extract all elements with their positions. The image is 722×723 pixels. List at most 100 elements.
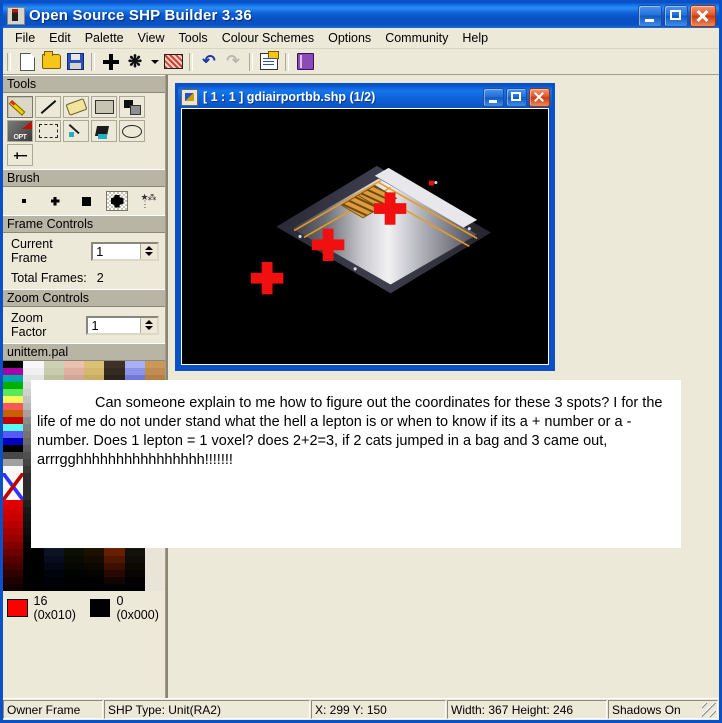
palette-swatch[interactable]	[144, 577, 165, 584]
palette-swatch[interactable]	[144, 570, 165, 577]
shadow-button[interactable]: ❋	[124, 51, 146, 73]
palette-swatch[interactable]	[3, 458, 24, 466]
menu-tools[interactable]: Tools	[172, 29, 215, 47]
palette-swatch[interactable]	[104, 584, 125, 591]
palette-swatch[interactable]	[3, 521, 24, 528]
current-frame-spin-arrows[interactable]	[140, 243, 157, 259]
document-maximize-button[interactable]	[506, 87, 527, 107]
open-file-button[interactable]	[40, 51, 62, 73]
spin-up-icon[interactable]	[145, 246, 153, 250]
palette-swatch[interactable]	[3, 361, 24, 368]
pencil-tool-button[interactable]	[7, 96, 33, 118]
add-frame-button[interactable]	[100, 51, 122, 73]
resize-gripper[interactable]	[702, 703, 716, 717]
palette-swatch[interactable]	[144, 549, 165, 556]
palette-swatch[interactable]	[23, 563, 44, 570]
palette-swatch[interactable]	[124, 549, 145, 556]
palette-swatch[interactable]	[63, 577, 84, 584]
palette-swatch[interactable]	[3, 500, 24, 507]
palette-swatch[interactable]	[84, 584, 105, 591]
rectangle-tool-button[interactable]	[91, 96, 117, 118]
eyedropper-tool-button[interactable]	[63, 120, 89, 142]
palette-swatch[interactable]	[43, 361, 64, 368]
secondary-color-swatch[interactable]	[89, 599, 111, 617]
palette-swatch[interactable]	[43, 367, 64, 375]
palette-swatch[interactable]	[3, 465, 24, 473]
palette-swatch[interactable]	[3, 423, 24, 431]
palette-swatch[interactable]	[63, 584, 84, 591]
palette-swatch[interactable]	[84, 361, 105, 368]
palette-swatch[interactable]	[43, 577, 64, 584]
brush-cross-large-button[interactable]	[106, 191, 128, 211]
line-tool-button[interactable]	[35, 96, 61, 118]
paint-bucket-button[interactable]	[91, 120, 117, 142]
palette-swatch[interactable]	[104, 563, 125, 570]
palette-swatch[interactable]	[43, 570, 64, 577]
palette-swatch[interactable]	[144, 563, 165, 570]
palette-swatch[interactable]	[84, 549, 105, 556]
spin-down-icon[interactable]	[145, 326, 153, 330]
opt-tool-button[interactable]: OPT	[7, 120, 33, 142]
current-frame-stepper[interactable]: 1	[91, 241, 159, 261]
palette-swatch[interactable]	[3, 563, 24, 570]
minimize-button[interactable]	[638, 4, 662, 27]
palette-swatch[interactable]	[63, 570, 84, 577]
maximize-button[interactable]	[664, 4, 688, 27]
palette-swatch[interactable]	[104, 549, 125, 556]
undo-button[interactable]: ↶	[198, 51, 220, 73]
palette-swatch[interactable]	[23, 556, 44, 563]
palette-swatch[interactable]	[63, 549, 84, 556]
palette-swatch[interactable]	[84, 563, 105, 570]
zoom-factor-stepper[interactable]: 1	[86, 315, 159, 335]
palette-swatch[interactable]	[124, 584, 145, 591]
palette-swatch[interactable]	[3, 549, 24, 556]
palette-swatch[interactable]	[3, 584, 24, 591]
palette-swatch[interactable]	[124, 556, 145, 563]
document-minimize-button[interactable]	[483, 87, 504, 107]
palette-swatch[interactable]	[63, 556, 84, 563]
palette-swatch[interactable]	[3, 507, 24, 514]
brush-square-button[interactable]	[75, 191, 97, 211]
palette-swatch[interactable]	[104, 577, 125, 584]
palette-swatch[interactable]	[124, 367, 145, 375]
palette-swatch[interactable]	[3, 430, 24, 438]
palette-swatch[interactable]	[144, 584, 165, 591]
menu-options[interactable]: Options	[321, 29, 378, 47]
menu-colour-schemes[interactable]: Colour Schemes	[215, 29, 321, 47]
palette-swatch[interactable]	[3, 367, 24, 375]
palette-swatch[interactable]	[104, 556, 125, 563]
new-file-button[interactable]	[16, 51, 38, 73]
redo-button[interactable]: ↷	[222, 51, 244, 73]
palette-swatch[interactable]	[124, 577, 145, 584]
sprite-canvas[interactable]	[181, 108, 549, 365]
palette-swatch[interactable]	[63, 563, 84, 570]
palette-swatch[interactable]	[144, 361, 165, 368]
palette-grid-button[interactable]	[162, 51, 184, 73]
palette-swatch[interactable]	[63, 367, 84, 375]
document-close-button[interactable]	[529, 87, 550, 107]
close-button[interactable]	[690, 4, 716, 27]
palette-swatch[interactable]	[104, 570, 125, 577]
palette-swatch[interactable]	[104, 361, 125, 368]
menu-palette[interactable]: Palette	[78, 29, 131, 47]
palette-swatch[interactable]	[3, 556, 24, 563]
spin-up-icon[interactable]	[145, 320, 153, 324]
palette-swatch[interactable]	[3, 451, 24, 459]
ellipse-tool-button[interactable]	[119, 120, 145, 142]
palette-swatch[interactable]	[43, 549, 64, 556]
palette-swatch[interactable]	[3, 514, 24, 521]
palette-swatch[interactable]	[3, 570, 24, 577]
palette-swatch[interactable]	[124, 563, 145, 570]
save-file-button[interactable]	[64, 51, 86, 73]
brush-spray-button[interactable]: ★⁂․⋮	[137, 191, 159, 211]
palette-swatch[interactable]	[124, 570, 145, 577]
palette-swatch[interactable]	[23, 577, 44, 584]
palette-swatch[interactable]	[3, 437, 24, 445]
palette-swatch[interactable]	[84, 570, 105, 577]
palette-swatch[interactable]	[3, 402, 24, 410]
menu-community[interactable]: Community	[378, 29, 455, 47]
palette-swatch[interactable]	[3, 528, 24, 535]
menu-help[interactable]: Help	[455, 29, 495, 47]
menu-file[interactable]: File	[8, 29, 42, 47]
palette-swatch[interactable]	[43, 584, 64, 591]
